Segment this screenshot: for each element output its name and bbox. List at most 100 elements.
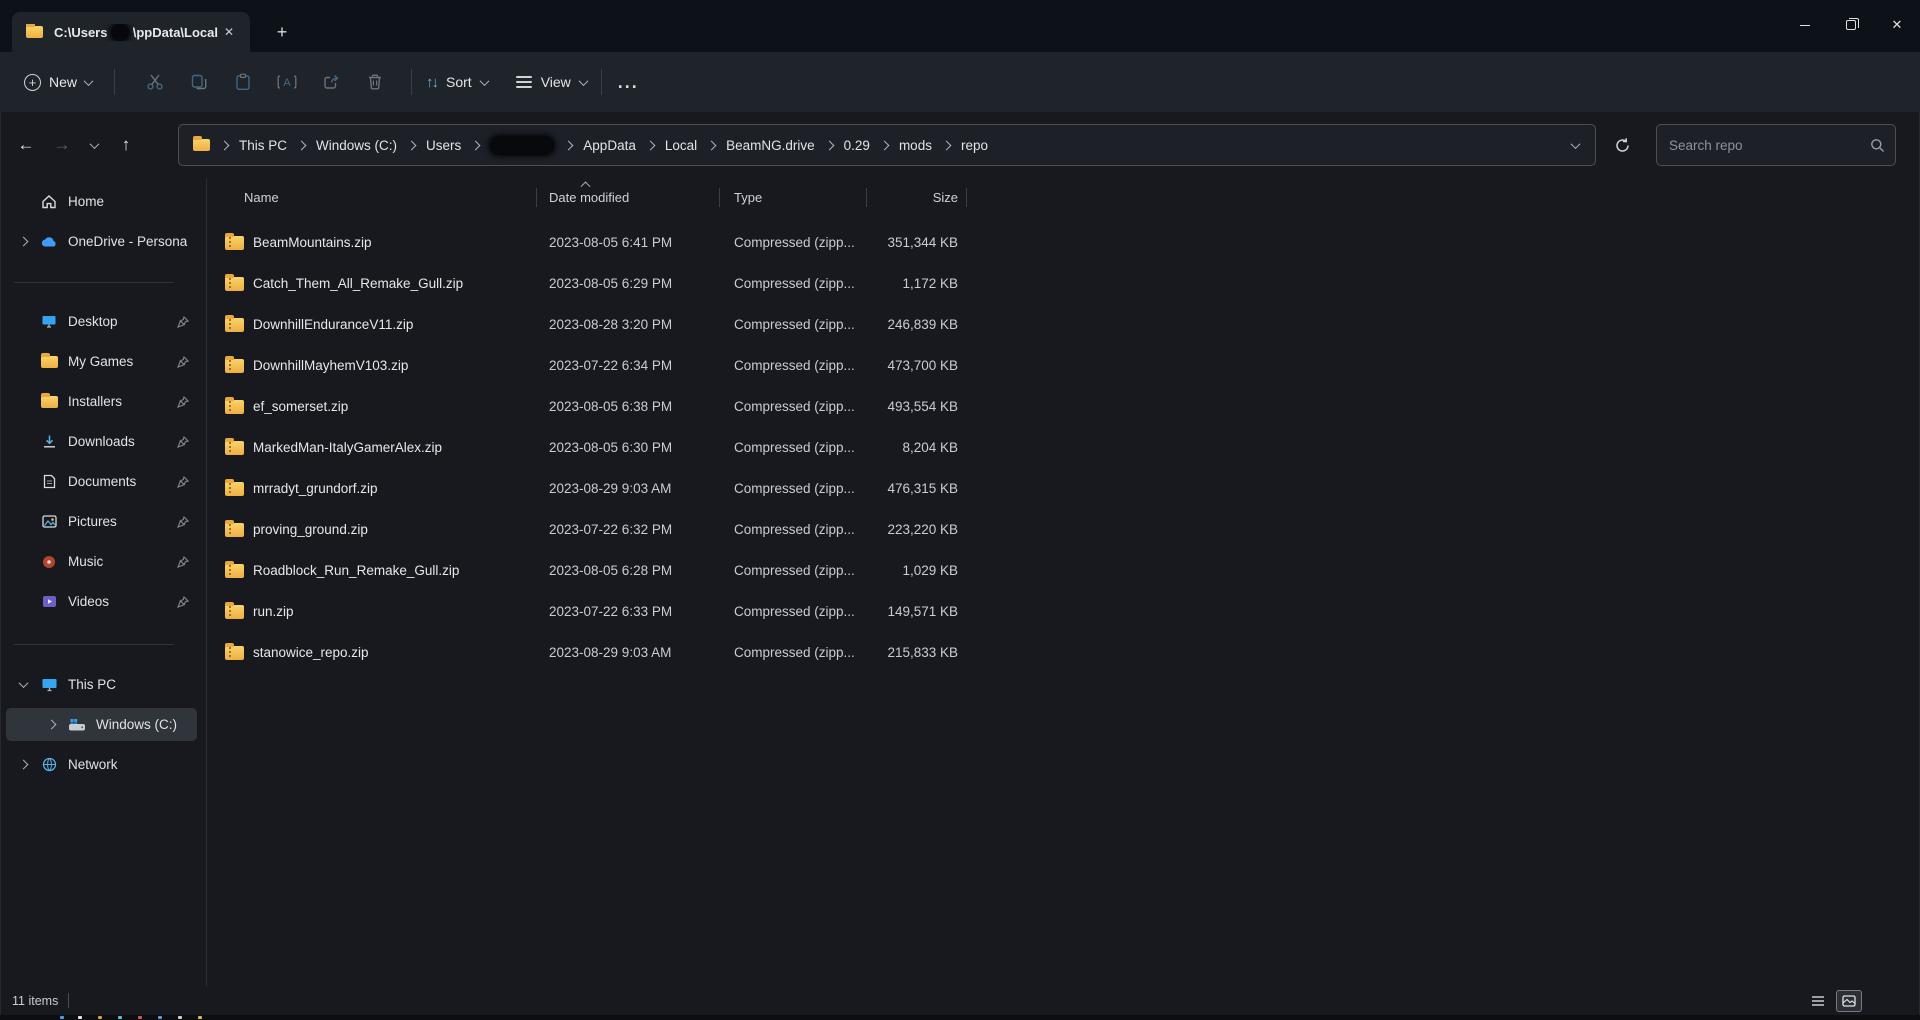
address-dropdown-icon[interactable] (1570, 138, 1581, 149)
table-row[interactable]: run.zip 2023-07-22 6:33 PM Compressed (z… (208, 591, 1920, 632)
table-row[interactable]: MarkedMan-ItalyGamerAlex.zip 2023-08-05 … (208, 427, 1920, 468)
explorer-tab[interactable]: C:\Users \ppData\Local ✕ (12, 12, 250, 52)
forward-button[interactable]: → (44, 128, 80, 162)
back-button[interactable]: ← (8, 128, 44, 162)
sidebar-item-label: Home (68, 194, 105, 209)
large-icons-view-button[interactable] (1836, 989, 1862, 1012)
minimize-button[interactable] (1782, 0, 1828, 50)
sidebar-item-installers[interactable]: Installers (6, 385, 197, 418)
cut-button[interactable] (133, 62, 177, 102)
sidebar-divider (14, 282, 174, 283)
share-button[interactable] (309, 62, 353, 102)
breadcrumb-repo[interactable]: repo (961, 138, 988, 153)
zip-folder-icon (225, 642, 244, 660)
column-header-size[interactable]: Size (866, 190, 966, 205)
file-date: 2023-08-05 6:41 PM (549, 235, 673, 250)
refresh-icon (1615, 137, 1629, 152)
paste-icon (236, 73, 250, 90)
folder-icon (40, 352, 58, 368)
column-separator[interactable] (866, 188, 867, 207)
table-row[interactable]: mrradyt_grundorf.zip 2023-08-29 9:03 AM … (208, 468, 1920, 509)
rename-icon: A (277, 75, 297, 89)
more-options-button[interactable]: ... (618, 73, 639, 91)
scissors-icon (147, 74, 163, 90)
table-row[interactable]: Roadblock_Run_Remake_Gull.zip 2023-08-05… (208, 550, 1920, 591)
table-row[interactable]: stanowice_repo.zip 2023-08-29 9:03 AM Co… (208, 632, 1920, 673)
address-bar[interactable]: This PC Windows (C:) Users AppData Local… (178, 124, 1596, 166)
sidebar-item-music[interactable]: Music (6, 545, 197, 578)
sidebar-item-network[interactable]: Network (6, 748, 197, 781)
sidebar-item-onedrive[interactable]: OneDrive - Persona (6, 225, 197, 258)
details-view-button[interactable] (1805, 990, 1831, 1012)
chevron-down-icon (83, 75, 94, 86)
column-separator[interactable] (536, 188, 537, 207)
view-label: View (540, 74, 571, 90)
breadcrumb-beamng-drive[interactable]: BeamNG.drive (726, 138, 815, 153)
folder-icon (193, 136, 210, 151)
new-button[interactable]: + New (24, 73, 94, 91)
column-header-date-modified[interactable]: Date modified (536, 190, 719, 205)
close-button[interactable]: ✕ (1874, 0, 1920, 50)
this-pc-icon (40, 677, 58, 692)
pin-icon (177, 515, 190, 528)
breadcrumb-users[interactable]: Users (426, 138, 461, 153)
sidebar-item-pictures[interactable]: Pictures (6, 505, 197, 538)
paste-button[interactable] (221, 62, 265, 102)
sidebar-item-home[interactable]: Home (6, 185, 197, 218)
up-button[interactable]: ↑ (108, 128, 144, 162)
breadcrumb-0-29[interactable]: 0.29 (844, 138, 870, 153)
sidebar-item-downloads[interactable]: Downloads (6, 425, 197, 458)
tab-close-button[interactable]: ✕ (218, 21, 240, 43)
sidebar-item-desktop[interactable]: Desktop (6, 305, 197, 338)
table-row[interactable]: DownhillEnduranceV11.zip 2023-08-28 3:20… (208, 304, 1920, 345)
table-row[interactable]: proving_ground.zip 2023-07-22 6:32 PM Co… (208, 509, 1920, 550)
file-date: 2023-08-05 6:30 PM (549, 440, 673, 455)
table-row[interactable]: Catch_Them_All_Remake_Gull.zip 2023-08-0… (208, 263, 1920, 304)
refresh-button[interactable] (1604, 127, 1640, 163)
zip-folder-icon (225, 478, 244, 496)
file-size: 351,344 KB (887, 235, 958, 250)
delete-button[interactable] (353, 62, 397, 102)
sort-label: Sort (446, 74, 472, 90)
chevron-down-icon (578, 75, 589, 86)
items-count: 11 items (12, 993, 59, 1008)
file-type: Compressed (zipp... (734, 645, 855, 660)
file-type: Compressed (zipp... (734, 317, 855, 332)
search-input[interactable] (1669, 137, 1870, 153)
table-row[interactable]: DownhillMayhemV103.zip 2023-07-22 6:34 P… (208, 345, 1920, 386)
maximize-restore-button[interactable] (1828, 0, 1874, 50)
sidebar-item-videos[interactable]: Videos (6, 585, 197, 618)
command-bar: + New A ↑↓ Sort View ... (0, 52, 1920, 112)
copy-button[interactable] (177, 62, 221, 102)
sort-dropdown[interactable]: ↑↓ Sort (426, 74, 490, 91)
tab-title-suffix: \ppData\Local (132, 24, 218, 40)
column-header-type[interactable]: Type (719, 190, 866, 205)
table-row[interactable]: BeamMountains.zip 2023-08-05 6:41 PM Com… (208, 222, 1920, 263)
toolbar-separator (114, 69, 116, 95)
rename-button[interactable]: A (265, 62, 309, 102)
breadcrumb-this-pc[interactable]: This PC (239, 138, 287, 153)
details-view-icon (1812, 995, 1824, 1006)
file-name: ef_somerset.zip (253, 399, 349, 414)
history-dropdown-button[interactable] (80, 128, 108, 162)
status-bar: 11 items (0, 986, 1920, 1015)
sidebar-item-my-games[interactable]: My Games (6, 345, 197, 378)
column-separator[interactable] (719, 188, 720, 207)
search-box[interactable] (1656, 124, 1896, 166)
sidebar-item-documents[interactable]: Documents (6, 465, 197, 498)
zip-folder-icon (225, 232, 244, 250)
breadcrumb-local[interactable]: Local (665, 138, 697, 153)
chevron-right-icon (879, 140, 890, 150)
file-size: 473,700 KB (887, 358, 958, 373)
sidebar-item-windows-c[interactable]: Windows (C:) (6, 708, 197, 741)
table-row[interactable]: ef_somerset.zip 2023-08-05 6:38 PM Compr… (208, 386, 1920, 427)
file-date: 2023-07-22 6:33 PM (549, 604, 673, 619)
column-header-name[interactable]: Name (208, 190, 536, 205)
breadcrumb-appdata[interactable]: AppData (583, 138, 636, 153)
breadcrumb-mods[interactable]: mods (899, 138, 932, 153)
new-tab-button[interactable]: + (268, 18, 296, 46)
breadcrumb-windows-c[interactable]: Windows (C:) (316, 138, 397, 153)
column-separator[interactable] (966, 188, 967, 207)
view-dropdown[interactable]: View (515, 74, 589, 90)
sidebar-item-this-pc[interactable]: This PC (6, 668, 197, 701)
